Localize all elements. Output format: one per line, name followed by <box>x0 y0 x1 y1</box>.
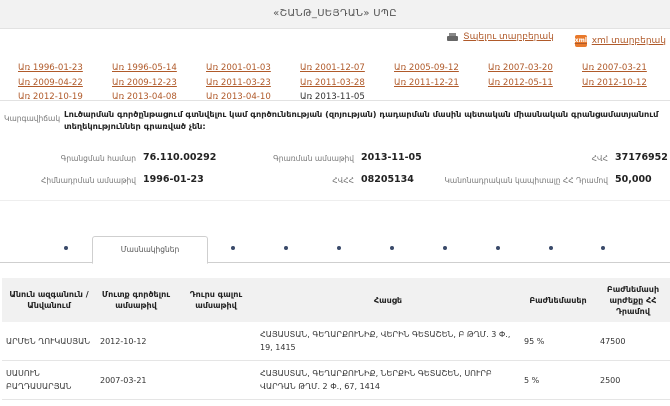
tab-dot[interactable] <box>390 246 394 250</box>
status-summary: Լուծարման գործընթացում գտնվելու կամ գործ… <box>64 109 659 131</box>
reg-number-label: Գրանցման համար <box>60 154 136 163</box>
printer-icon <box>447 32 459 42</box>
col-shares-header: Բաժնեմասեր <box>520 278 596 322</box>
cell-share-value: 47500 <box>596 322 670 361</box>
cell-exit-date <box>176 360 256 400</box>
company-title: «ՇԱՆԹ_ՍԵՅԴԱՆ» ՍՊԸ <box>273 8 397 19</box>
founding-date-label: Հիմնադրման ամսաթիվ <box>40 176 136 185</box>
xml-icon: xml <box>574 34 587 47</box>
col-name-header: Անուն ազգանուն / Անվանում <box>2 278 96 322</box>
col-entry-date-header: Մուտք գործելու ամսաթիվ <box>96 278 176 322</box>
record-date-value: 2013-11-05 <box>361 152 422 163</box>
table-header-row: Անուն ազգանուն / Անվանում Մուտք գործելու… <box>2 278 670 322</box>
cell-address: ՀԱՅԱՍՏԱՆ, ԳԵՂԱՐՔՈՒՆԻՔ, ՆԵՐՔԻՆ ԳԵՏԱՇԵՆ, Ս… <box>256 360 520 400</box>
record-date-label: Գրառման ամսաթիվ <box>273 154 354 163</box>
divider <box>0 200 670 201</box>
col-share-value-header: Բաժնեմասի արժեքը ՀՀ Դրամով <box>596 278 670 322</box>
tab-dot[interactable] <box>443 246 447 250</box>
tab-dot[interactable] <box>496 246 500 250</box>
divider <box>0 100 670 101</box>
xml-version-label: xml տարբերակ <box>591 35 666 46</box>
tab-dot[interactable] <box>231 246 235 250</box>
cell-name: ՍԱՍՈՒՆ ԲԱՂԴԱՍԱՐՅԱՆ <box>2 360 96 400</box>
capital-label: Կանոնադրական կապիտալը ՀՀ Դրամով <box>444 176 608 185</box>
cell-entry-date: 2007-03-21 <box>96 360 176 400</box>
version-history: Առ 1996-01-23 Առ 1996-05-14 Առ 2001-01-03 Ա… <box>18 55 670 102</box>
reg-number-value: 76.110.00292 <box>143 152 217 163</box>
cell-share-value: 2500 <box>596 360 670 400</box>
tab-dot[interactable] <box>64 246 68 250</box>
cell-entry-date: 2012-10-12 <box>96 322 176 361</box>
participants-table: Անուն ազգանուն / Անվանում Մուտք գործելու… <box>2 278 670 400</box>
top-bar: «ՇԱՆԹ_ՍԵՅԴԱՆ» ՍՊԸ <box>0 0 670 29</box>
cell-exit-date <box>176 322 256 361</box>
hvh-value: 37176952 <box>615 152 668 163</box>
tab-dot[interactable] <box>549 246 553 250</box>
cell-shares: 5 % <box>520 360 596 400</box>
col-exit-date-header: Դուրս գալու ամսաթիվ <box>176 278 256 322</box>
tax-id-value: 08205134 <box>361 174 414 185</box>
version-row: Առ 1996-01-23 Առ 1996-05-14 Առ 2001-01-03 Ա… <box>18 55 670 73</box>
version-link[interactable]: Առ 2011-12-21 <box>394 78 488 88</box>
tax-id-label: ՀՎՀՀ <box>332 176 354 185</box>
version-link[interactable]: Առ 2012-05-11 <box>488 78 582 88</box>
xml-version-link[interactable]: xml xml տարբերակ <box>574 34 666 47</box>
cell-address: ՀԱՅԱՍՏԱՆ, ԳԵՂԱՐՔՈՒՆԻՔ, ՎԵՐԻՆ ԳԵՏԱՇԵՆ, Բ … <box>256 322 520 361</box>
cell-name: ԱՐՄԵՆ ՂՈՒԿԱՍՅԱՆ <box>2 322 96 361</box>
table-row: ԱՐՄԵՆ ՂՈՒԿԱՍՅԱՆ 2012-10-12 ՀԱՅԱՍՏԱՆ, ԳԵՂ… <box>2 322 670 361</box>
version-link[interactable]: Առ 2012-10-12 <box>582 78 670 88</box>
status-label: Կարգավիճակ <box>4 114 61 123</box>
tab-participants[interactable]: Մասնակիցներ <box>92 236 208 264</box>
cell-shares: 95 % <box>520 322 596 361</box>
print-version-label: Տպելու տարբերակ <box>463 32 554 42</box>
version-row: Առ 2009-04-22 Առ 2009-12-23 Առ 2011-03-23 Ա… <box>18 70 670 88</box>
capital-value: 50,000 <box>615 174 652 185</box>
tab-dot[interactable] <box>284 246 288 250</box>
print-version-link[interactable]: Տպելու տարբերակ <box>447 32 554 42</box>
tab-dot[interactable] <box>601 246 605 250</box>
hvh-label: ՀՎՀ <box>591 154 608 163</box>
col-address-header: Հասցե <box>256 278 520 322</box>
tab-dot[interactable] <box>337 246 341 250</box>
table-row: ՍԱՍՈՒՆ ԲԱՂԴԱՍԱՐՅԱՆ 2007-03-21 ՀԱՅԱՍՏԱՆ, … <box>2 360 670 400</box>
export-actions: Տպելու տարբերակ xml xml տարբերակ <box>429 32 666 47</box>
founding-date-value: 1996-01-23 <box>143 174 204 185</box>
